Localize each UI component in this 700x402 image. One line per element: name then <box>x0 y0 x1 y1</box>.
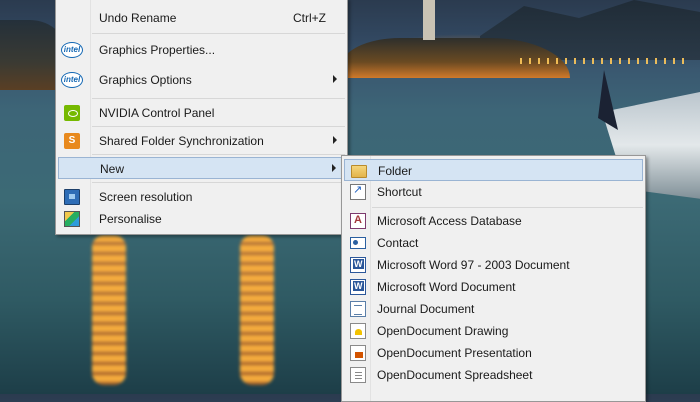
submenu-item-label: Microsoft Access Database <box>377 214 522 228</box>
menu-separator <box>92 182 345 183</box>
menu-item-label: Shared Folder Synchronization <box>99 134 264 148</box>
submenu-item-opendocument-presentation[interactable]: OpenDocument Presentation <box>344 342 643 364</box>
wallpaper-light-reflection <box>92 235 126 385</box>
submenu-arrow-icon <box>333 75 337 83</box>
intel-icon: intel <box>61 42 83 58</box>
wallpaper-lighthouse <box>423 0 435 40</box>
submenu-item-word-97-document[interactable]: Microsoft Word 97 - 2003 Document <box>344 254 643 276</box>
menu-item-label: Personalise <box>99 212 162 226</box>
submenu-item-label: Contact <box>377 236 419 250</box>
submenu-item-opendocument-spreadsheet[interactable]: OpenDocument Spreadsheet <box>344 364 643 386</box>
sync-icon: S <box>64 133 80 149</box>
journal-document-icon <box>350 301 366 317</box>
submenu-item-label: OpenDocument Drawing <box>377 324 509 338</box>
menu-item-label: Graphics Properties... <box>99 43 216 57</box>
menu-item-label: Undo Rename <box>99 11 177 25</box>
menu-separator <box>92 154 345 155</box>
opendocument-presentation-icon <box>350 345 366 361</box>
menu-separator <box>92 33 345 34</box>
opendocument-spreadsheet-icon <box>350 367 366 383</box>
submenu-item-folder[interactable]: Folder <box>344 159 643 181</box>
menu-separator <box>92 98 345 99</box>
nvidia-icon <box>64 105 80 121</box>
menu-separator <box>372 207 643 208</box>
personalise-icon <box>64 211 80 227</box>
menu-item-label: New <box>100 162 125 176</box>
submenu-item-label: OpenDocument Spreadsheet <box>377 368 533 382</box>
submenu-item-label: Microsoft Word Document <box>377 280 516 294</box>
menu-item-shared-folder-sync[interactable]: S Shared Folder Synchronization <box>58 130 345 152</box>
submenu-item-access-database[interactable]: Microsoft Access Database <box>344 210 643 232</box>
menu-item-nvidia-control-panel[interactable]: NVIDIA Control Panel <box>58 102 345 124</box>
access-database-icon <box>350 213 366 229</box>
contact-icon <box>350 237 366 249</box>
folder-icon <box>351 165 367 178</box>
intel-icon: intel <box>61 72 83 88</box>
menu-item-label: NVIDIA Control Panel <box>99 106 215 120</box>
submenu-item-label: Folder <box>378 164 413 178</box>
menu-item-shortcut: Ctrl+Z <box>293 11 326 25</box>
submenu-arrow-icon <box>332 164 336 172</box>
submenu-item-word-document[interactable]: Microsoft Word Document <box>344 276 643 298</box>
submenu-item-shortcut[interactable]: Shortcut <box>344 181 643 203</box>
submenu-item-label: OpenDocument Presentation <box>377 346 532 360</box>
submenu-item-contact[interactable]: Contact <box>344 232 643 254</box>
opendocument-drawing-icon <box>350 323 366 339</box>
submenu-arrow-icon <box>333 136 337 144</box>
desktop-context-menu: Undo Rename Ctrl+Z intel Graphics Proper… <box>55 0 348 235</box>
new-submenu: Folder Shortcut Microsoft Access Databas… <box>341 155 646 402</box>
menu-item-graphics-properties[interactable]: intel Graphics Properties... <box>58 39 345 61</box>
submenu-item-journal-document[interactable]: Journal Document <box>344 298 643 320</box>
menu-item-personalise[interactable]: Personalise <box>58 208 345 230</box>
wallpaper-flag <box>598 70 618 130</box>
menu-separator <box>92 126 345 127</box>
menu-item-label: Screen resolution <box>99 190 193 204</box>
word-97-document-icon <box>350 257 366 273</box>
wallpaper-town-lights <box>520 58 690 64</box>
submenu-item-opendocument-drawing[interactable]: OpenDocument Drawing <box>344 320 643 342</box>
menu-item-undo-rename[interactable]: Undo Rename Ctrl+Z <box>58 7 345 29</box>
submenu-item-label: Microsoft Word 97 - 2003 Document <box>377 258 570 272</box>
shortcut-icon <box>350 183 366 200</box>
screen-resolution-icon <box>64 189 80 205</box>
submenu-item-label: Journal Document <box>377 302 475 316</box>
menu-item-graphics-options[interactable]: intel Graphics Options <box>58 69 345 91</box>
wallpaper-light-reflection <box>240 235 274 385</box>
menu-item-screen-resolution[interactable]: Screen resolution <box>58 186 345 208</box>
submenu-item-label: Shortcut <box>377 185 422 199</box>
word-document-icon <box>350 279 366 295</box>
menu-item-new[interactable]: New <box>58 157 345 179</box>
menu-item-label: Graphics Options <box>99 73 192 87</box>
